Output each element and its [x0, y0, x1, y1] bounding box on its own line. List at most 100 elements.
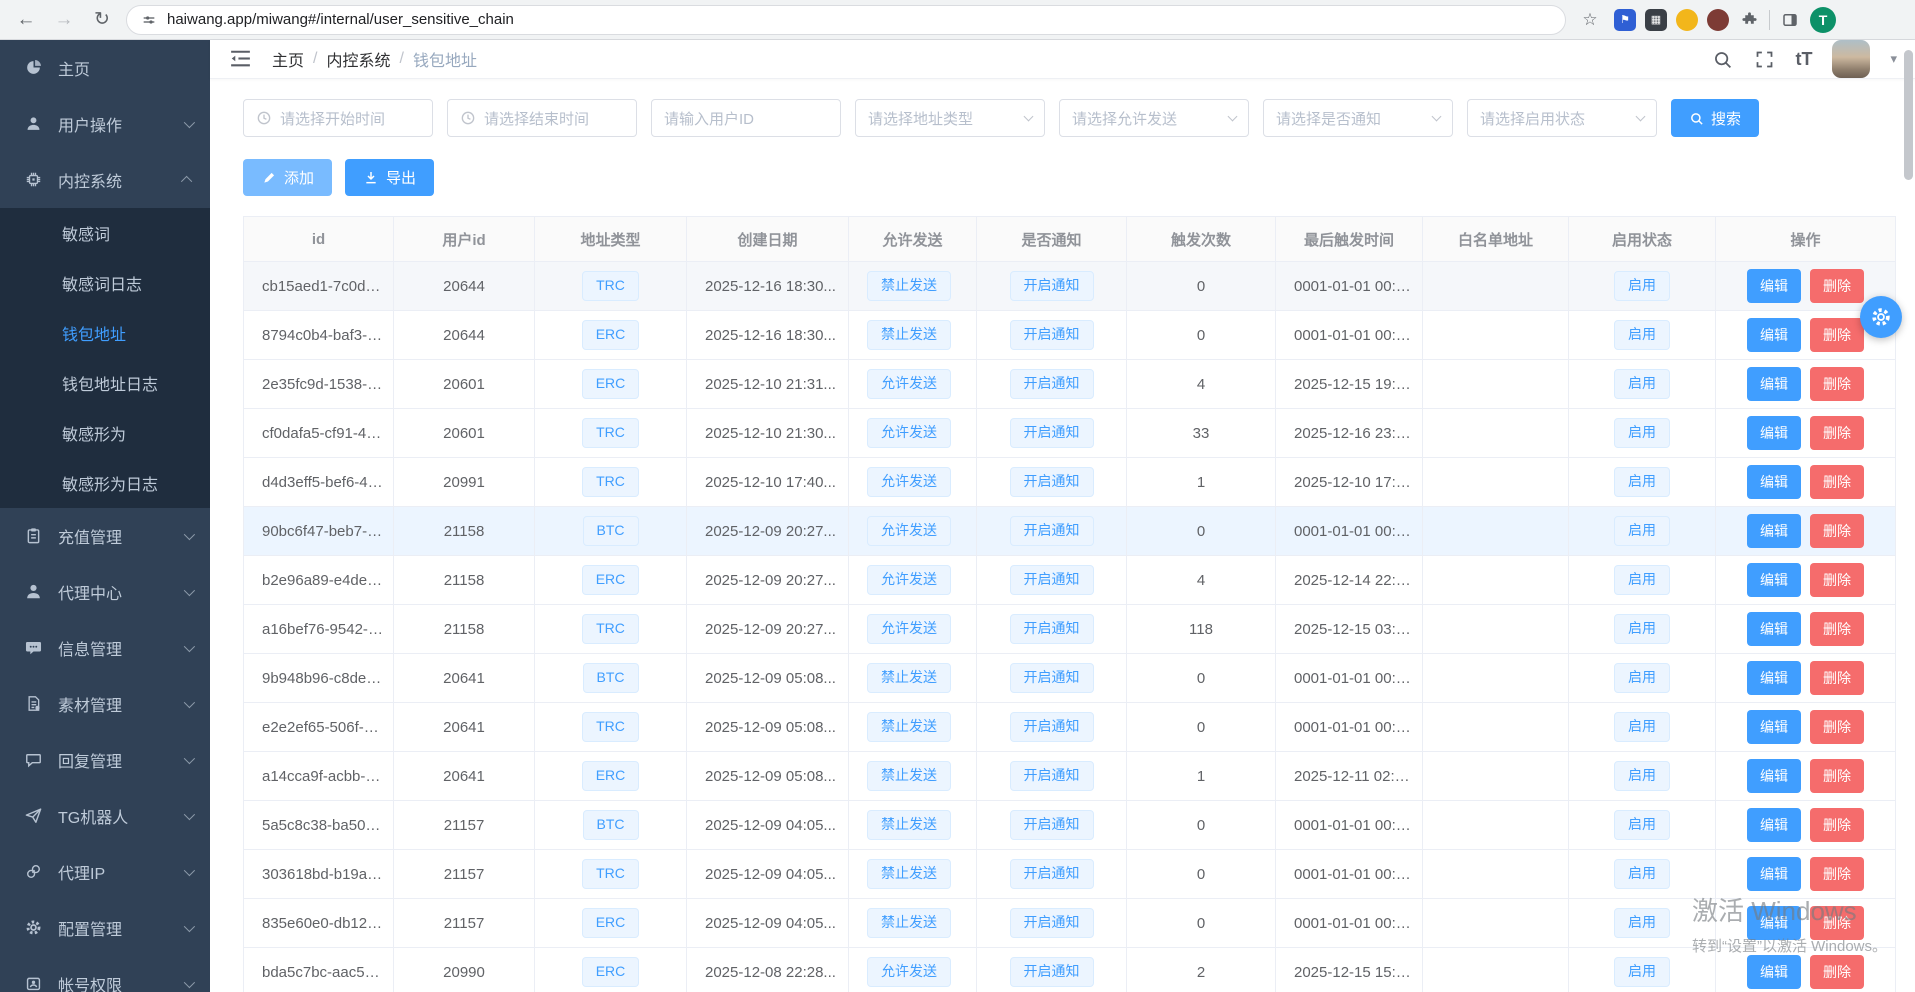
table-row: d4d3eff5-bef6-49d...20991TRC2025-12-10 1… [244, 458, 1896, 507]
extension-icon-yellow[interactable] [1676, 9, 1698, 31]
bookmark-star-icon[interactable]: ☆ [1576, 6, 1604, 34]
delete-button[interactable]: 删除 [1810, 808, 1864, 842]
table-row: 9b948b96-c8de-4...20641BTC2025-12-09 05:… [244, 654, 1896, 703]
delete-button[interactable]: 删除 [1810, 759, 1864, 793]
cell-trigger_count: 33 [1127, 409, 1276, 458]
sidebar-item-9[interactable]: 充值管理 [0, 508, 210, 564]
avatar[interactable] [1832, 40, 1870, 78]
puzzle-icon[interactable] [1738, 9, 1760, 31]
sidebar-subitem-7[interactable]: 敏感形为 [0, 408, 210, 458]
sidebar-item-16[interactable]: 配置管理 [0, 900, 210, 956]
filter-select-5[interactable]: 请选择是否通知 [1263, 99, 1453, 137]
delete-button[interactable]: 删除 [1810, 710, 1864, 744]
cell-created: 2025-12-10 21:31... [687, 360, 849, 409]
cell-actions: 编辑删除 [1716, 458, 1896, 507]
sidebar-subitem-5[interactable]: 钱包地址 [0, 308, 210, 358]
edit-button[interactable]: 编辑 [1747, 514, 1801, 548]
edit-button[interactable]: 编辑 [1747, 416, 1801, 450]
allow-badge: 禁止发送 [867, 908, 951, 938]
side-panel-icon[interactable] [1779, 9, 1801, 31]
sidebar-item-15[interactable]: 代理IP [0, 844, 210, 900]
sidebar-item-10[interactable]: 代理中心 [0, 564, 210, 620]
extension-icon-blue[interactable]: ⚑ [1614, 9, 1636, 31]
filter-select-6[interactable]: 请选择启用状态 [1467, 99, 1657, 137]
browser-profile-avatar[interactable]: T [1810, 7, 1836, 33]
edit-button[interactable]: 编辑 [1747, 269, 1801, 303]
delete-button[interactable]: 删除 [1810, 514, 1864, 548]
breadcrumb-home[interactable]: 主页 [272, 47, 304, 71]
sidebar-item-0[interactable]: 主页 [0, 40, 210, 96]
extension-icon-dark[interactable]: ▦ [1645, 9, 1667, 31]
add-button[interactable]: 添加 [243, 159, 332, 196]
export-button[interactable]: 导出 [345, 159, 434, 196]
sidebar-item-2[interactable]: 内控系统 [0, 152, 210, 208]
sidebar-subitem-3[interactable]: 敏感词 [0, 208, 210, 258]
settings-fab[interactable] [1860, 296, 1902, 338]
delete-button[interactable]: 删除 [1810, 661, 1864, 695]
sidebar-item-12[interactable]: 素材管理 [0, 676, 210, 732]
table-header-row: id用户id地址类型创建日期允许发送是否通知触发次数最后触发时间白名单地址启用状… [244, 217, 1896, 262]
placeholder-text: 请选择是否通知 [1276, 108, 1425, 129]
edit-button[interactable]: 编辑 [1747, 710, 1801, 744]
site-settings-icon[interactable] [141, 12, 157, 28]
sidebar-subitem-4[interactable]: 敏感词日志 [0, 258, 210, 308]
fullscreen-icon[interactable] [1753, 48, 1775, 70]
delete-button[interactable]: 删除 [1810, 906, 1864, 940]
cell-allow: 禁止发送 [849, 654, 977, 703]
toolbar-separator [1769, 10, 1770, 30]
sidebar-item-11[interactable]: 信息管理 [0, 620, 210, 676]
edit-button[interactable]: 编辑 [1747, 367, 1801, 401]
edit-button[interactable]: 编辑 [1747, 955, 1801, 989]
cell-actions: 编辑删除 [1716, 801, 1896, 850]
scrollbar-thumb[interactable] [1904, 50, 1913, 180]
sidebar-subitem-6[interactable]: 钱包地址日志 [0, 358, 210, 408]
sidebar-item-17[interactable]: 帐号权限 [0, 956, 210, 992]
delete-button[interactable]: 删除 [1810, 955, 1864, 989]
clock-icon [460, 110, 476, 126]
cell-actions: 编辑删除 [1716, 850, 1896, 899]
allow-badge: 允许发送 [867, 369, 951, 399]
search-button[interactable]: 搜索 [1671, 99, 1759, 137]
filter-select-4[interactable]: 请选择允许发送 [1059, 99, 1249, 137]
edit-button[interactable]: 编辑 [1747, 661, 1801, 695]
filter-input-1[interactable]: 请选择结束时间 [447, 99, 637, 137]
delete-button[interactable]: 删除 [1810, 465, 1864, 499]
edit-button[interactable]: 编辑 [1747, 465, 1801, 499]
delete-button[interactable]: 删除 [1810, 612, 1864, 646]
edit-button[interactable]: 编辑 [1747, 857, 1801, 891]
edit-button[interactable]: 编辑 [1747, 808, 1801, 842]
delete-button[interactable]: 删除 [1810, 269, 1864, 303]
delete-button[interactable]: 删除 [1810, 857, 1864, 891]
filter-input-0[interactable]: 请选择开始时间 [243, 99, 433, 137]
column-header-status: 启用状态 [1569, 217, 1716, 262]
sidebar-subitem-8[interactable]: 敏感形为日志 [0, 458, 210, 508]
cell-notify: 开启通知 [977, 507, 1127, 556]
edit-button[interactable]: 编辑 [1747, 612, 1801, 646]
edit-button[interactable]: 编辑 [1747, 906, 1801, 940]
delete-button[interactable]: 删除 [1810, 367, 1864, 401]
cell-created: 2025-12-09 20:27... [687, 605, 849, 654]
sidebar-collapse-icon[interactable] [228, 46, 254, 72]
delete-button[interactable]: 删除 [1810, 563, 1864, 597]
back-icon[interactable]: ← [12, 6, 40, 34]
filter-input-2[interactable]: 请输入用户ID [651, 99, 841, 137]
sidebar-item-1[interactable]: 用户操作 [0, 96, 210, 152]
delete-button[interactable]: 删除 [1810, 318, 1864, 352]
delete-button[interactable]: 删除 [1810, 416, 1864, 450]
sidebar-item-label: 用户操作 [58, 112, 184, 136]
search-icon[interactable] [1711, 48, 1733, 70]
reload-icon[interactable]: ↻ [88, 6, 116, 34]
breadcrumb-internal[interactable]: 内控系统 [326, 47, 390, 71]
font-size-icon[interactable]: tT [1795, 49, 1812, 70]
edit-button[interactable]: 编辑 [1747, 563, 1801, 597]
address-bar[interactable]: haiwang.app/miwang#/internal/user_sensit… [126, 5, 1566, 35]
sidebar-item-14[interactable]: TG机器人 [0, 788, 210, 844]
filter-select-3[interactable]: 请选择地址类型 [855, 99, 1045, 137]
edit-button[interactable]: 编辑 [1747, 318, 1801, 352]
caret-down-icon[interactable]: ▾ [1890, 51, 1897, 67]
cell-notify: 开启通知 [977, 752, 1127, 801]
sidebar-item-13[interactable]: 回复管理 [0, 732, 210, 788]
forward-icon[interactable]: → [50, 6, 78, 34]
extension-icon-red[interactable] [1707, 9, 1729, 31]
edit-button[interactable]: 编辑 [1747, 759, 1801, 793]
